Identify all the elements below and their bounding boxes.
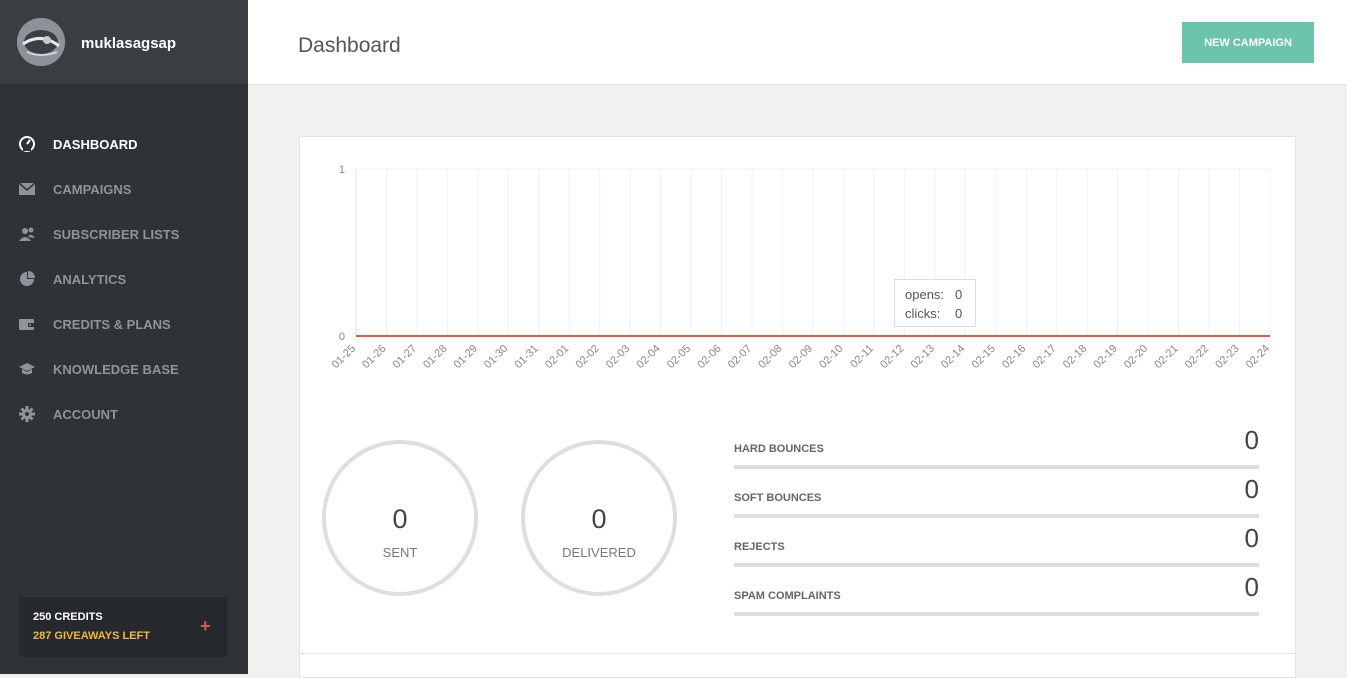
x-tick-label: 02-21 xyxy=(1152,343,1180,371)
sidebar-item-account[interactable]: ACCOUNT xyxy=(0,398,248,443)
dashboard-card: 1 0 01-25 01-26 01-27 01-28 01-29 01-30 01-31 02-… xyxy=(299,136,1296,678)
stat-value: 0 xyxy=(1244,425,1259,455)
x-tick-label: 02-08 xyxy=(756,343,784,371)
sidebar-item-analytics[interactable]: ANALYTICS xyxy=(0,263,248,308)
x-tick-label: 02-02 xyxy=(573,343,601,371)
x-tick-label: 02-05 xyxy=(665,343,693,371)
x-tick-label: 02-11 xyxy=(848,343,876,371)
sidebar-item-campaigns[interactable]: CAMPAIGNS xyxy=(0,173,248,218)
x-tick-label: 02-16 xyxy=(1000,343,1028,371)
x-tick-label: 02-09 xyxy=(787,343,815,371)
sidebar-item-label: DASHBOARD xyxy=(53,137,138,152)
add-credits-button[interactable]: + xyxy=(200,616,211,637)
tooltip-opens-value: 0 xyxy=(955,287,963,302)
y-tick-label: 0 xyxy=(339,331,345,343)
giveaways-left: 287 GIVEAWAYS LEFT xyxy=(33,630,150,642)
sidebar-item-label: CAMPAIGNS xyxy=(53,182,132,197)
tooltip-clicks-label: clicks: xyxy=(905,306,941,321)
top-header: Dashboard NEW CAMPAIGN xyxy=(248,0,1347,85)
sent-label: SENT xyxy=(382,545,418,560)
delivered-circle: 0 DELIVERED xyxy=(521,440,677,596)
sidebar-item-label: KNOWLEDGE BASE xyxy=(53,362,179,377)
card-divider xyxy=(300,653,1295,654)
tooltip-clicks-value: 0 xyxy=(955,306,963,321)
credits-box[interactable]: 250 CREDITS 287 GIVEAWAYS LEFT + xyxy=(19,597,227,657)
tooltip-opens-label: opens: xyxy=(905,287,945,302)
sidebar-item-label: ACCOUNT xyxy=(53,407,118,422)
stat-value: 0 xyxy=(1244,523,1259,553)
pie-chart-icon xyxy=(18,271,36,287)
sidebar-item-label: ANALYTICS xyxy=(53,272,127,287)
stat-soft-bounces: SOFT BOUNCES 0 xyxy=(734,474,1259,518)
stat-label: SPAM COMPLAINTS xyxy=(734,590,841,602)
sent-circle: 0 SENT xyxy=(322,440,478,596)
credits-count: 250 CREDITS xyxy=(33,611,103,623)
x-tick-label: 01-30 xyxy=(482,343,510,371)
sidebar-item-label: CREDITS & PLANS xyxy=(53,317,171,332)
page-title: Dashboard xyxy=(298,34,401,57)
users-icon xyxy=(18,226,36,242)
delivered-count: 0 xyxy=(591,504,607,534)
sidebar-item-subscriber-lists[interactable]: SUBSCRIBER LISTS xyxy=(0,218,248,263)
x-tick-label: 02-22 xyxy=(1183,343,1211,371)
x-tick-label: 02-18 xyxy=(1061,343,1089,371)
x-tick-label: 02-01 xyxy=(543,343,571,371)
x-tick-label: 02-17 xyxy=(1030,343,1058,371)
gear-icon xyxy=(18,406,36,422)
y-tick-label: 1 xyxy=(339,164,345,176)
x-tick-label: 01-25 xyxy=(330,343,358,371)
graduation-cap-icon xyxy=(18,361,36,377)
x-tick-label: 02-23 xyxy=(1213,343,1241,371)
sidebar-item-knowledge-base[interactable]: KNOWLEDGE BASE xyxy=(0,353,248,398)
x-tick-label: 02-13 xyxy=(909,343,937,371)
activity-line-chart: 1001-25 01-26 01-27 01-28 01-29 01-30 01-31 02-… xyxy=(330,164,1272,371)
x-tick-label: 01-31 xyxy=(513,343,541,371)
x-tick-label: 01-27 xyxy=(391,343,419,371)
stat-hard-bounces: HARD BOUNCES 0 xyxy=(734,425,1259,469)
sent-count: 0 xyxy=(392,504,408,534)
envelope-icon xyxy=(18,181,36,197)
sidebar-item-dashboard[interactable]: DASHBOARD xyxy=(0,128,248,173)
x-tick-label: 02-03 xyxy=(604,343,632,371)
x-tick-label: 02-06 xyxy=(695,343,723,371)
stat-spam-complaints: SPAM COMPLAINTS 0 xyxy=(734,572,1259,616)
x-tick-label: 02-24 xyxy=(1244,343,1272,371)
sidebar: muklasagsap DASHBOARD CAMPAIGNS SUBSCRIB… xyxy=(0,0,248,674)
speedometer-icon xyxy=(18,136,36,152)
x-tick-label: 02-07 xyxy=(726,343,754,371)
x-tick-label: 02-15 xyxy=(970,343,998,371)
x-tick-label: 01-29 xyxy=(452,343,480,371)
stat-value: 0 xyxy=(1244,474,1259,504)
stat-rejects: REJECTS 0 xyxy=(734,523,1259,567)
x-tick-label: 02-04 xyxy=(634,343,662,371)
profile-header: muklasagsap xyxy=(0,0,248,84)
x-tick-label: 02-10 xyxy=(817,343,845,371)
x-tick-label: 02-20 xyxy=(1122,343,1150,371)
x-tick-label: 02-14 xyxy=(939,343,967,371)
sidebar-nav: DASHBOARD CAMPAIGNS SUBSCRIBER LISTS ANA… xyxy=(0,128,248,443)
x-tick-label: 01-28 xyxy=(421,343,449,371)
stat-label: REJECTS xyxy=(734,541,785,553)
username[interactable]: muklasagsap xyxy=(81,35,176,52)
stat-value: 0 xyxy=(1244,572,1259,602)
new-campaign-button[interactable]: NEW CAMPAIGN xyxy=(1182,22,1314,63)
x-tick-label: 02-12 xyxy=(878,343,906,371)
x-tick-label: 02-19 xyxy=(1091,343,1119,371)
sidebar-item-credits-plans[interactable]: CREDITS & PLANS xyxy=(0,308,248,353)
delivered-label: DELIVERED xyxy=(562,545,636,560)
x-tick-label: 01-26 xyxy=(360,343,388,371)
avatar[interactable] xyxy=(17,18,65,66)
sidebar-item-label: SUBSCRIBER LISTS xyxy=(53,227,180,242)
chart-tooltip: opens: 0 clicks: 0 xyxy=(894,279,976,327)
stat-label: HARD BOUNCES xyxy=(734,443,824,455)
wallet-icon xyxy=(18,316,36,332)
stat-label: SOFT BOUNCES xyxy=(734,492,822,504)
